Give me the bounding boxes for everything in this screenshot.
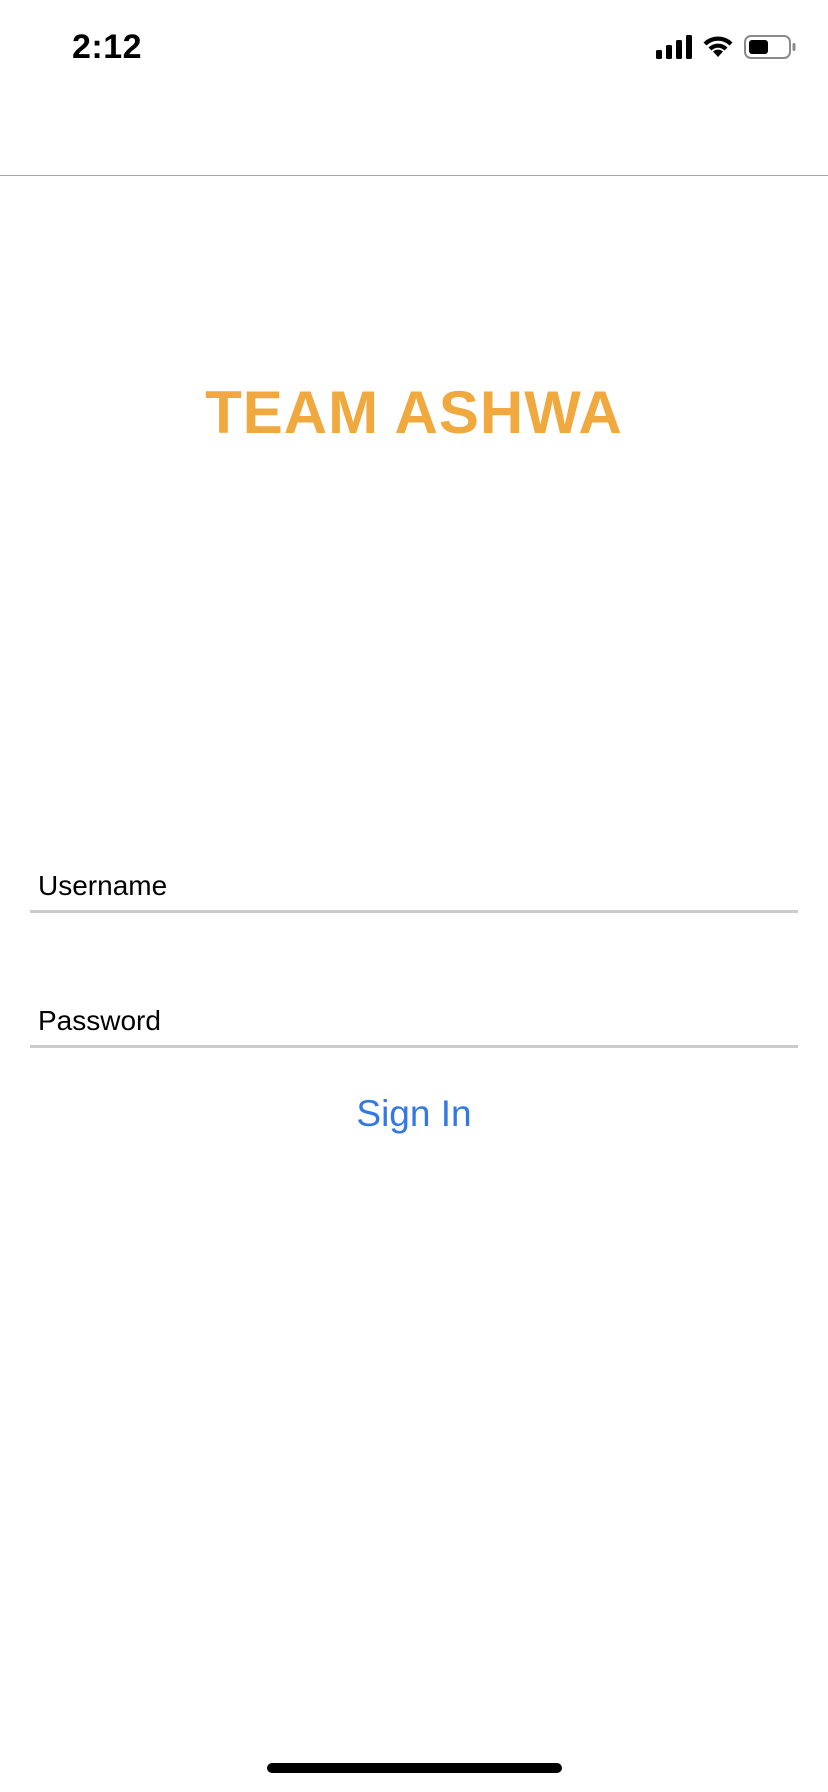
sign-in-button[interactable]: Sign In: [0, 1093, 828, 1135]
status-bar: 2:12: [0, 0, 828, 100]
signal-icon: [656, 34, 692, 64]
wifi-icon: [702, 35, 734, 64]
navigation-bar: [0, 100, 828, 176]
password-input[interactable]: [38, 1005, 778, 1037]
status-icons: [656, 34, 796, 64]
username-field[interactable]: [30, 858, 798, 913]
username-input[interactable]: [38, 870, 778, 902]
status-time: 2:12: [72, 28, 143, 66]
brand-title: TEAM ASHWA: [205, 379, 623, 446]
home-indicator[interactable]: [267, 1763, 562, 1773]
battery-icon: [744, 34, 796, 64]
password-field[interactable]: [30, 993, 798, 1048]
